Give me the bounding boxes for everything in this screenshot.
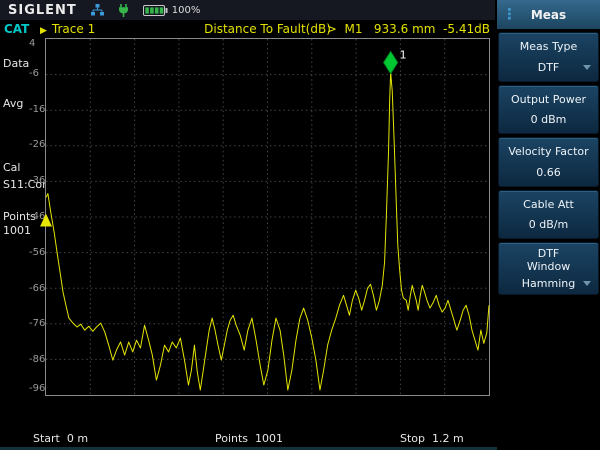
output-power-value: 0 dBm [531,113,567,126]
dtf-window-label: DTF Window [523,247,575,273]
velocity-factor-value: 0.66 [536,166,561,179]
y-axis-tick-label: -56 [29,247,45,258]
dtf-chart: 1 [46,39,489,395]
meas-type-value: DTF [538,61,560,74]
trace-info-bar: CAT ▶Trace 1 Distance To Fault(dB) > M1 … [0,21,495,37]
grid-lines [46,39,489,395]
cable-att-value: 0 dB/m [529,218,568,231]
cable-att-button[interactable]: Cable Att 0 dB/m [498,190,599,239]
marker-m1-diamond[interactable] [384,52,398,74]
cable-att-label: Cable Att [499,198,598,211]
output-power-label: Output Power [499,93,598,106]
chevron-down-icon [583,65,591,70]
instrument-screen: SIGLENT [0,0,600,450]
status-column-left: Start 0 m F_Start 100 kHz Resolution 13.… [33,401,147,450]
chart-plot-area[interactable]: 1 [45,38,490,396]
battery-icon [143,5,168,16]
y-axis-tick-label: -36 [29,175,45,186]
status-start: Start 0 m [33,431,147,446]
battery-percent: 100% [172,5,201,16]
sidebar-item-points-value: 1001 [3,224,31,237]
top-status-bar: SIGLENT [0,0,495,20]
y-axis-labels: 4-6-16-26-36-46-56-66-76-86-96 [29,38,44,396]
chevron-down-icon [583,281,591,286]
y-axis-tick-label: -16 [29,104,45,115]
dtf-window-value: Hamming [522,277,575,290]
sidebar-item-data: Data [3,57,29,70]
meas-type-label: Meas Type [499,40,598,53]
power-plug-icon [118,4,129,17]
y-axis-tick-label: -76 [29,318,45,329]
lan-icon [91,4,104,16]
marker-m1-number: 1 [400,49,407,62]
menu-header[interactable]: ⋮ Meas [497,0,600,29]
y-axis-tick-label: -6 [29,68,39,79]
velocity-factor-label: Velocity Factor [499,145,598,158]
sidebar-item-avg: Avg [3,97,23,110]
status-points: Points 1001 [215,431,333,446]
mode-indicator: CAT [4,21,29,37]
menu-dots-icon: ⋮ [502,4,517,24]
y-axis-tick-label: -86 [29,354,45,365]
meas-type-button[interactable]: Meas Type DTF [498,32,599,82]
menu-title: Meas [531,8,566,22]
marker-readout: > M1 933.6 mm -5.41dB [327,21,490,37]
sidebar-item-cal: Cal [3,161,20,174]
y-axis-tick-label: -66 [29,283,45,294]
y-axis-tick-label: -26 [29,139,45,150]
softkey-menu: ⋮ Meas Meas Type DTF Output Power 0 dBm … [497,0,600,450]
y-axis-tick-label: 4 [29,38,35,49]
brand-logo: SIGLENT [8,3,77,18]
output-power-button[interactable]: Output Power 0 dBm [498,85,599,134]
y-axis-tick-label: -96 [29,383,45,394]
status-column-center: Points 1001 Output Power 0 dBm Cable Los… [215,401,333,450]
velocity-factor-button[interactable]: Velocity Factor 0.66 [498,137,599,187]
dtf-window-button[interactable]: DTF Window Hamming [498,242,599,295]
